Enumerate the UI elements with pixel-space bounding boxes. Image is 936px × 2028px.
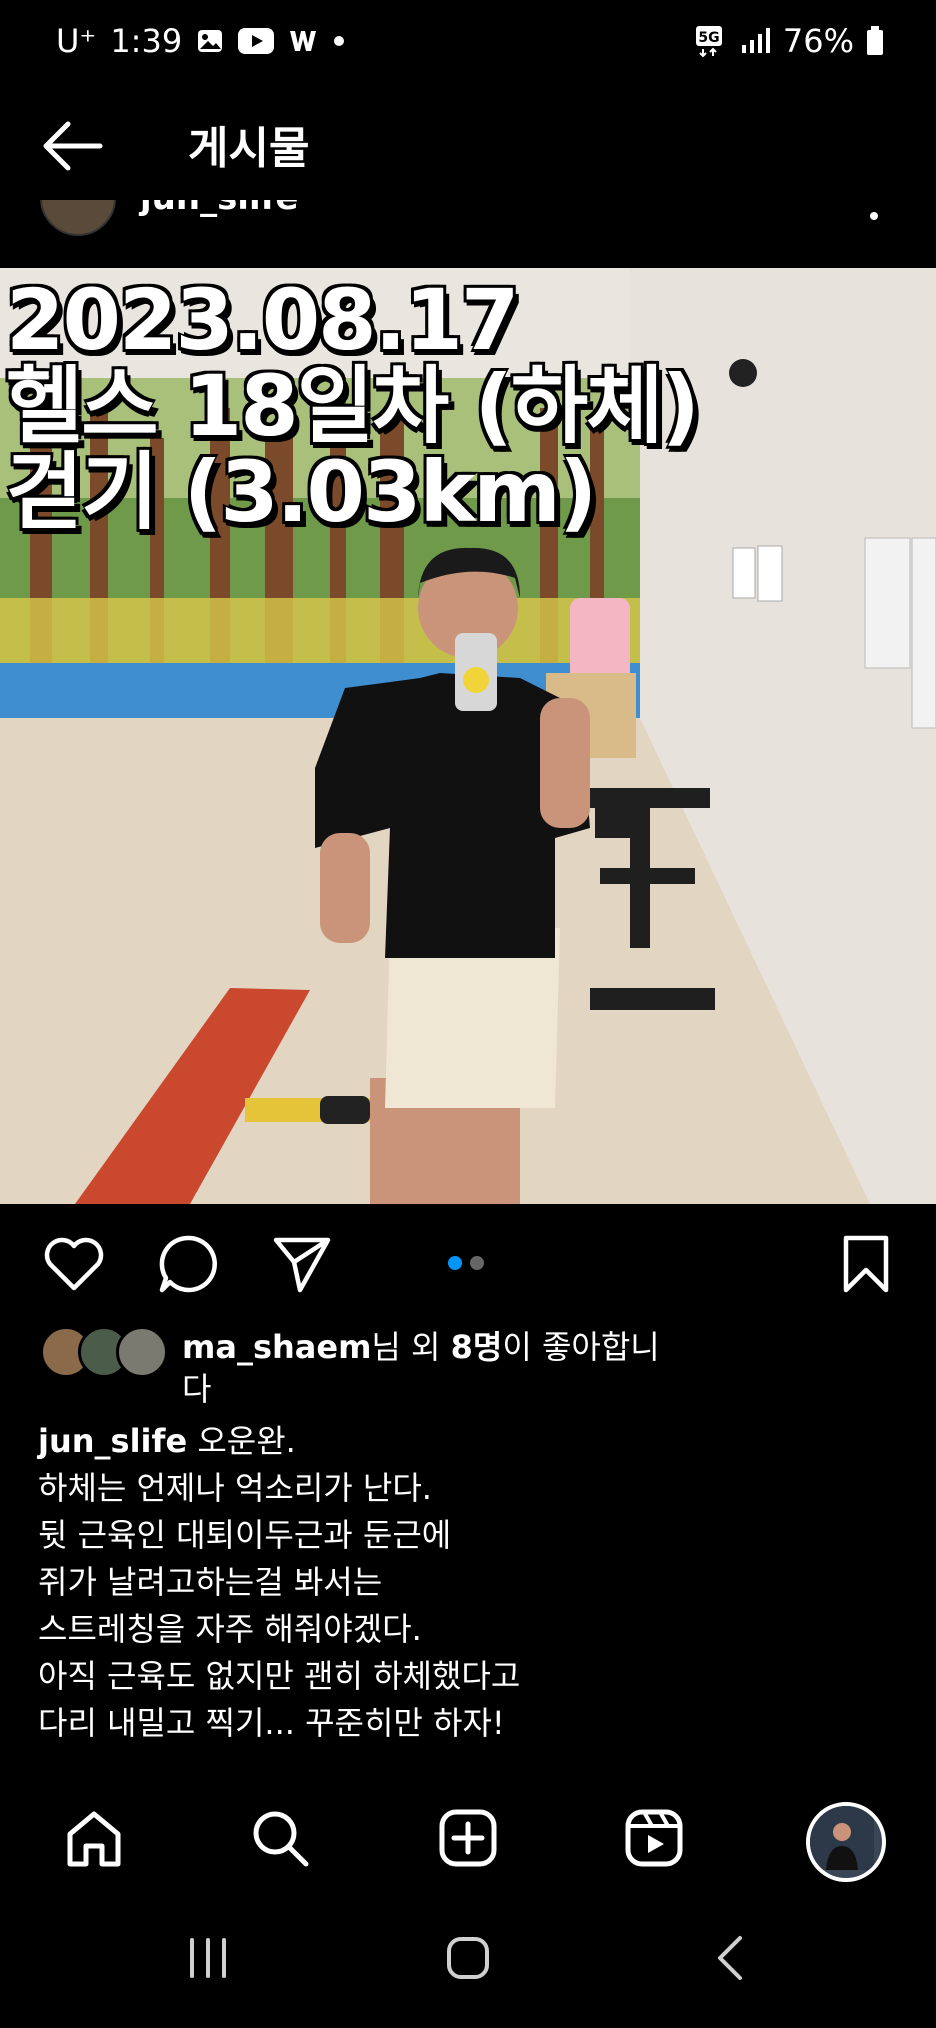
caption-line: 하체는 언제나 억소리가 난다. bbox=[38, 1469, 432, 1507]
share-send-icon[interactable] bbox=[270, 1232, 334, 1296]
status-bar: U⁺ 1:39 5G 76% bbox=[0, 0, 936, 90]
caption-line: 뒷 근육인 대퇴이두근과 둔근에 bbox=[38, 1516, 452, 1554]
caption-line: 아직 근육도 없지만 괜히 하체했다고 bbox=[38, 1657, 521, 1695]
overlay-workout: 헬스 18일차 (하체) bbox=[6, 357, 700, 455]
likes-count[interactable]: 8명 bbox=[451, 1328, 503, 1366]
author-username[interactable]: jun_slife bbox=[140, 200, 298, 218]
battery-percent: 76% bbox=[782, 22, 854, 60]
caption-first-line: 오운완. bbox=[187, 1422, 296, 1460]
system-back-icon[interactable] bbox=[712, 1934, 748, 1982]
bookmark-icon[interactable] bbox=[834, 1232, 898, 1296]
heart-icon[interactable] bbox=[42, 1232, 106, 1296]
youtube-icon bbox=[238, 28, 275, 54]
carousel-dot bbox=[470, 1256, 484, 1270]
likes-suffix-2: 이 좋아합니 bbox=[502, 1328, 660, 1366]
caption-line: 다리 내밀고 찍기... 꾸준히만 하자! bbox=[38, 1704, 505, 1742]
post-image[interactable]: 2023.08.17 헬스 18일차 (하체) 걷기 (3.03km) bbox=[0, 268, 936, 1204]
overlay-date: 2023.08.17 bbox=[6, 271, 519, 369]
likes-suffix-1: 님 외 bbox=[371, 1328, 451, 1366]
time-label: 1:39 bbox=[110, 22, 183, 60]
status-right: 5G 76% bbox=[695, 22, 884, 60]
overlay-walk: 걷기 (3.03km) bbox=[6, 443, 597, 541]
comment-icon[interactable] bbox=[156, 1232, 220, 1296]
carousel-indicator bbox=[448, 1256, 484, 1270]
page-title: 게시물 bbox=[188, 123, 310, 174]
liker-avatar bbox=[116, 1326, 168, 1378]
liker-username[interactable]: ma_shaem bbox=[182, 1328, 371, 1366]
caption-line: 쥐가 날려고하는걸 봐서는 bbox=[38, 1563, 383, 1601]
home-icon[interactable] bbox=[62, 1806, 126, 1870]
post-author-row[interactable]: jun_slife bbox=[0, 200, 936, 268]
top-app-bar bbox=[0, 90, 936, 200]
carousel-dot-active bbox=[448, 1256, 462, 1270]
author-avatar[interactable] bbox=[40, 200, 116, 236]
caption-line: 스트레칭을 자주 해줘야겠다. bbox=[38, 1610, 422, 1648]
profile-photo-icon bbox=[810, 1806, 874, 1870]
notification-dot-icon bbox=[334, 36, 345, 46]
liked-by-avatars[interactable] bbox=[40, 1326, 170, 1378]
search-icon[interactable] bbox=[248, 1806, 312, 1870]
caption-username[interactable]: jun_slife bbox=[38, 1422, 187, 1460]
home-button-icon[interactable] bbox=[444, 1934, 492, 1982]
status-left: U⁺ 1:39 bbox=[56, 22, 346, 60]
signal-bars-icon bbox=[741, 28, 770, 53]
w-app-icon bbox=[290, 31, 317, 51]
reels-icon[interactable] bbox=[622, 1806, 686, 1870]
likes-summary[interactable]: ma_shaem님 외 8명이 좋아합니다 bbox=[182, 1326, 682, 1410]
battery-icon bbox=[867, 26, 883, 55]
recent-apps-icon[interactable] bbox=[186, 1934, 230, 1982]
svg-text:5G: 5G bbox=[698, 30, 719, 46]
system-navigation-bar bbox=[0, 1900, 936, 2028]
more-options-icon[interactable] bbox=[870, 212, 878, 220]
post-caption: jun_slife 오운완. 하체는 언제나 억소리가 난다. 뒷 근육인 대퇴… bbox=[38, 1418, 898, 1747]
back-arrow-icon[interactable] bbox=[40, 118, 104, 174]
profile-avatar[interactable] bbox=[806, 1802, 886, 1882]
5g-signal-icon: 5G bbox=[695, 26, 722, 57]
carrier-label: U⁺ bbox=[56, 22, 97, 60]
create-post-icon[interactable] bbox=[436, 1806, 500, 1870]
gallery-icon bbox=[198, 30, 223, 52]
likes-suffix-3: 다 bbox=[182, 1370, 212, 1408]
